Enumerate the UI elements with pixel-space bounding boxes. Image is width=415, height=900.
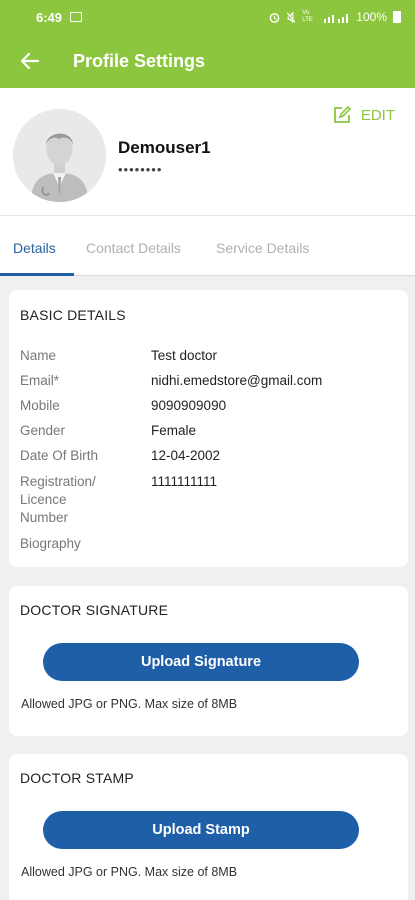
signature-hint: Allowed JPG or PNG. Max size of 8MB — [21, 697, 238, 711]
detail-label: Email* — [20, 373, 60, 388]
active-tab-indicator — [0, 273, 74, 276]
basic-details-card: BASIC DETAILS Name Test doctor Email* ni… — [9, 290, 408, 567]
detail-value: 9090909090 — [151, 398, 227, 413]
detail-label: Gender — [20, 423, 66, 438]
alarm-icon — [269, 12, 280, 23]
upload-stamp-button[interactable]: Upload Stamp — [43, 811, 359, 849]
upload-signature-label: Upload Signature — [140, 654, 262, 670]
stamp-title: DOCTOR STAMP — [20, 770, 134, 786]
gallery-notification-icon — [70, 12, 83, 22]
password-mask: •••••••• — [118, 162, 163, 177]
edit-button[interactable]: EDIT — [333, 106, 395, 124]
edit-label: EDIT — [360, 106, 395, 124]
arrow-left-icon[interactable] — [18, 49, 42, 73]
tab-bar: Details Contact Details Service Details — [0, 216, 415, 276]
detail-label: Registration/ Licence Number — [20, 474, 96, 525]
doctor-avatar-icon — [13, 109, 106, 202]
battery-percent: 100% — [356, 10, 387, 24]
battery-icon — [393, 11, 401, 23]
tab-details[interactable]: Details — [13, 240, 56, 256]
detail-value: nidhi.emedstore@gmail.com — [151, 373, 323, 388]
username: Demouser1 — [118, 138, 211, 157]
status-time: 6:49 — [36, 9, 63, 25]
detail-value: 12-04-2002 — [151, 448, 221, 463]
signature-title: DOCTOR SIGNATURE — [20, 602, 169, 618]
detail-value: Female — [151, 423, 197, 438]
tab-contact-details[interactable]: Contact Details — [86, 240, 181, 256]
mute-icon — [287, 11, 296, 23]
detail-label: Biography — [20, 536, 81, 551]
status-bar: 6:49 Vo LTE 100% — [0, 0, 415, 34]
detail-value: 1111111111 — [151, 474, 218, 489]
signal-icon — [324, 13, 349, 23]
page-title: Profile Settings — [73, 50, 206, 71]
detail-label: Mobile — [20, 398, 60, 413]
basic-details-title: BASIC DETAILS — [20, 307, 126, 323]
status-icons: Vo LTE 100% — [269, 10, 401, 24]
doctor-stamp-card: DOCTOR STAMP Upload Stamp Allowed JPG or… — [9, 754, 408, 900]
network-label: Vo LTE — [302, 10, 313, 23]
edit-icon — [333, 106, 351, 123]
avatar — [13, 109, 106, 202]
profile-header: Demouser1 •••••••• EDIT — [0, 88, 415, 216]
upload-stamp-label: Upload Stamp — [152, 822, 250, 838]
tab-service-details[interactable]: Service Details — [216, 240, 309, 256]
detail-label: Name — [20, 348, 57, 363]
upload-signature-button[interactable]: Upload Signature — [43, 643, 359, 681]
doctor-signature-card: DOCTOR SIGNATURE Upload Signature Allowe… — [9, 586, 408, 736]
detail-value: Test doctor — [151, 348, 218, 363]
detail-label: Date Of Birth — [20, 448, 99, 463]
stamp-hint: Allowed JPG or PNG. Max size of 8MB — [21, 865, 238, 879]
app-bar: Profile Settings — [0, 34, 415, 88]
